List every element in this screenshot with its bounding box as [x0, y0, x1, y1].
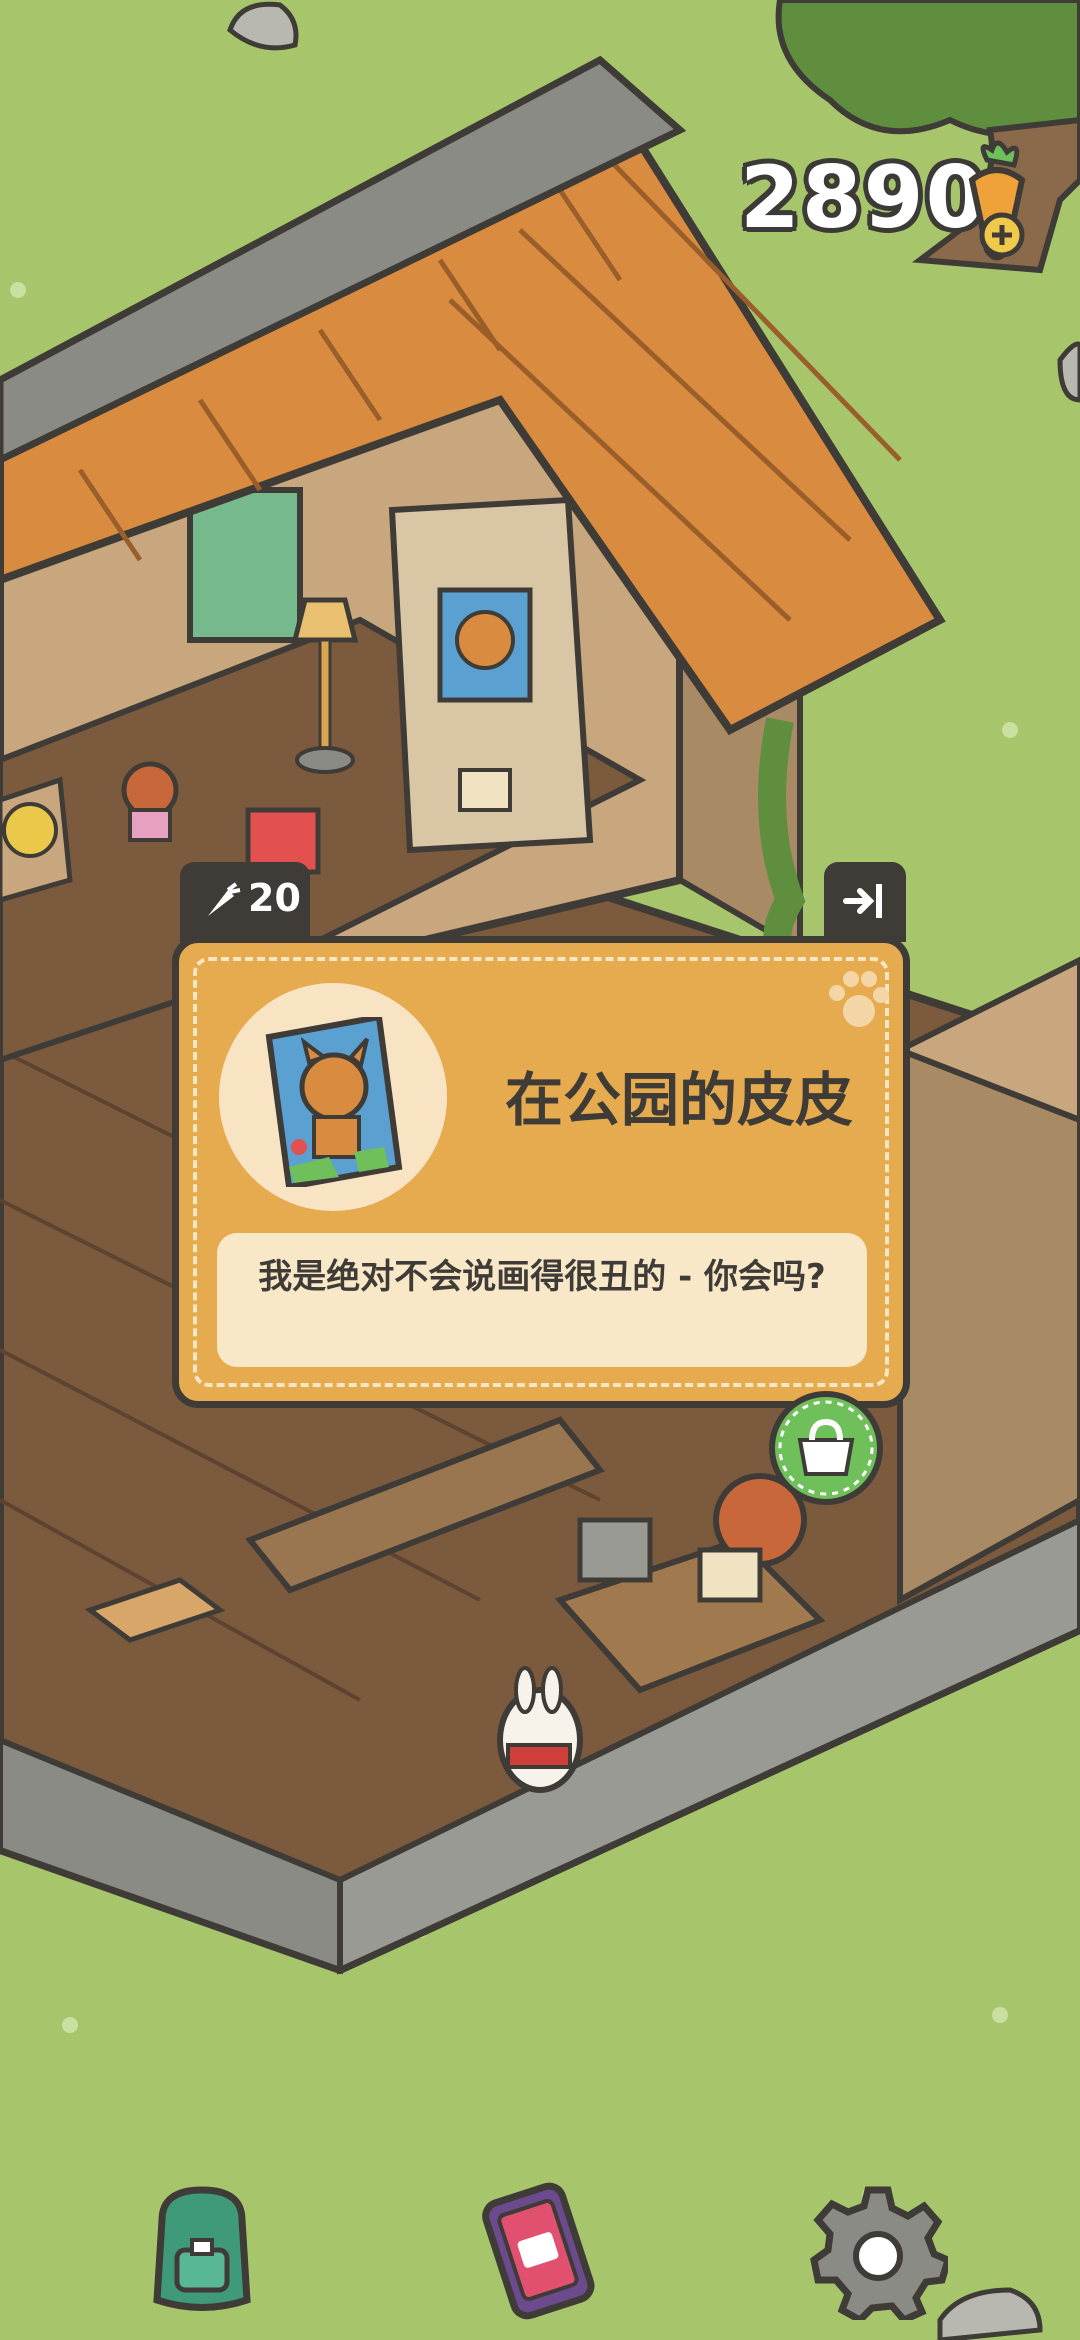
- dialog-body: 在公园的皮皮 我是绝对不会说画得很丑的 - 你会吗?: [172, 936, 910, 1408]
- carrot-counter[interactable]: 2890: [720, 140, 1040, 270]
- portrait-frame: [219, 983, 447, 1211]
- speech-text: 我是绝对不会说画得很丑的 - 你会吗?: [258, 1257, 826, 1297]
- cost-label: 20: [248, 876, 301, 920]
- exit-icon: [843, 884, 882, 918]
- carrot-add-icon[interactable]: [952, 140, 1042, 270]
- fox-painting-portrait: [265, 1017, 403, 1187]
- paw-icon: [829, 971, 889, 1027]
- character-dialog: 20 在公园的皮皮 我是绝对不会说画得很丑的 - 你会吗?: [172, 862, 910, 1408]
- shopping-bag-icon[interactable]: [766, 1388, 886, 1508]
- phone-menu-icon[interactable]: [468, 2180, 608, 2320]
- settings-gear-icon[interactable]: [808, 2180, 948, 2320]
- exit-button[interactable]: [824, 862, 906, 942]
- speech-box: 我是绝对不会说画得很丑的 - 你会吗?: [217, 1233, 867, 1367]
- character-name: 在公园的皮皮: [504, 1066, 853, 1134]
- carrot-icon: [208, 882, 241, 916]
- backpack-icon[interactable]: [132, 2180, 272, 2320]
- cost-tab: 20: [180, 862, 310, 942]
- carrot-count: 2890: [740, 148, 988, 248]
